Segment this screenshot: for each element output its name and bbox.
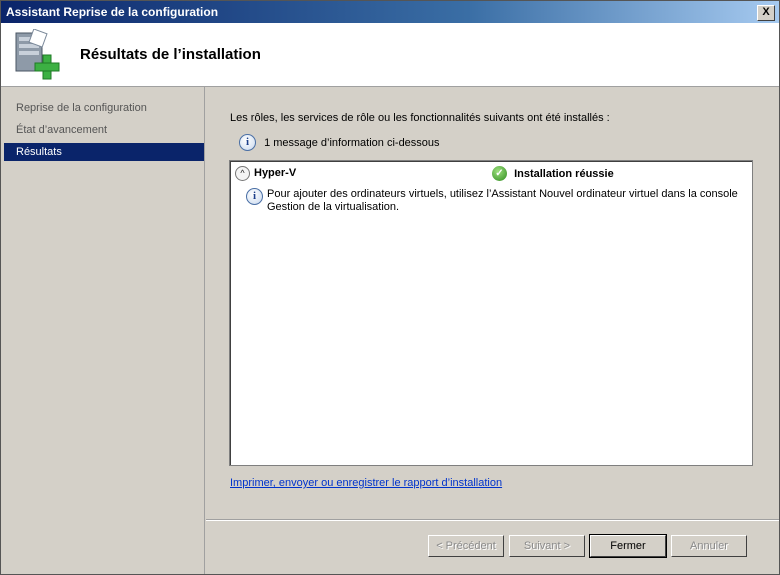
server-add-icon	[15, 29, 60, 80]
previous-button[interactable]: < Précédent	[428, 535, 504, 557]
nav-item-progress[interactable]: État d’avancement	[4, 121, 204, 139]
info-icon: i	[246, 188, 263, 205]
message-text: Pour ajouter des ordinateurs virtuels, u…	[267, 188, 738, 213]
intro-text: Les rôles, les services de rôle ou les f…	[230, 112, 610, 124]
close-dialog-button[interactable]: Fermer	[589, 534, 667, 558]
window-title: Assistant Reprise de la configuration	[6, 5, 219, 19]
role-name: Hyper-V	[254, 167, 297, 179]
result-row: ^ Hyper-V ✓ Installation réussie	[235, 166, 745, 182]
nav-item-results[interactable]: Résultats	[4, 143, 204, 161]
content-pane: Les rôles, les services de rôle ou les f…	[206, 87, 779, 519]
cancel-button[interactable]: Annuler	[671, 535, 747, 557]
results-list[interactable]: ^ Hyper-V ✓ Installation réussie i Pour …	[229, 160, 753, 466]
info-icon: i	[239, 134, 256, 151]
nav-item-reprise[interactable]: Reprise de la configuration	[4, 99, 204, 117]
navigation-pane: Reprise de la configuration État d’avanc…	[1, 87, 205, 574]
title-bar[interactable]: Assistant Reprise de la configuration X	[1, 1, 779, 23]
wizard-header: Résultats de l’installation	[1, 23, 779, 87]
next-button[interactable]: Suivant >	[509, 535, 585, 557]
status-text: Installation réussie	[514, 167, 614, 180]
collapse-icon[interactable]: ^	[235, 166, 250, 181]
report-link[interactable]: Imprimer, envoyer ou enregistrer le rapp…	[230, 477, 502, 489]
footer-separator	[206, 519, 779, 521]
status: ✓ Installation réussie	[492, 166, 614, 182]
wizard-window: Assistant Reprise de la configuration X …	[0, 0, 780, 575]
close-button[interactable]: X	[757, 5, 775, 21]
info-summary-text: 1 message d’information ci-dessous	[264, 136, 440, 149]
page-title: Résultats de l’installation	[80, 46, 261, 63]
info-summary: i 1 message d’information ci-dessous	[239, 134, 440, 152]
success-check-icon: ✓	[492, 166, 507, 181]
